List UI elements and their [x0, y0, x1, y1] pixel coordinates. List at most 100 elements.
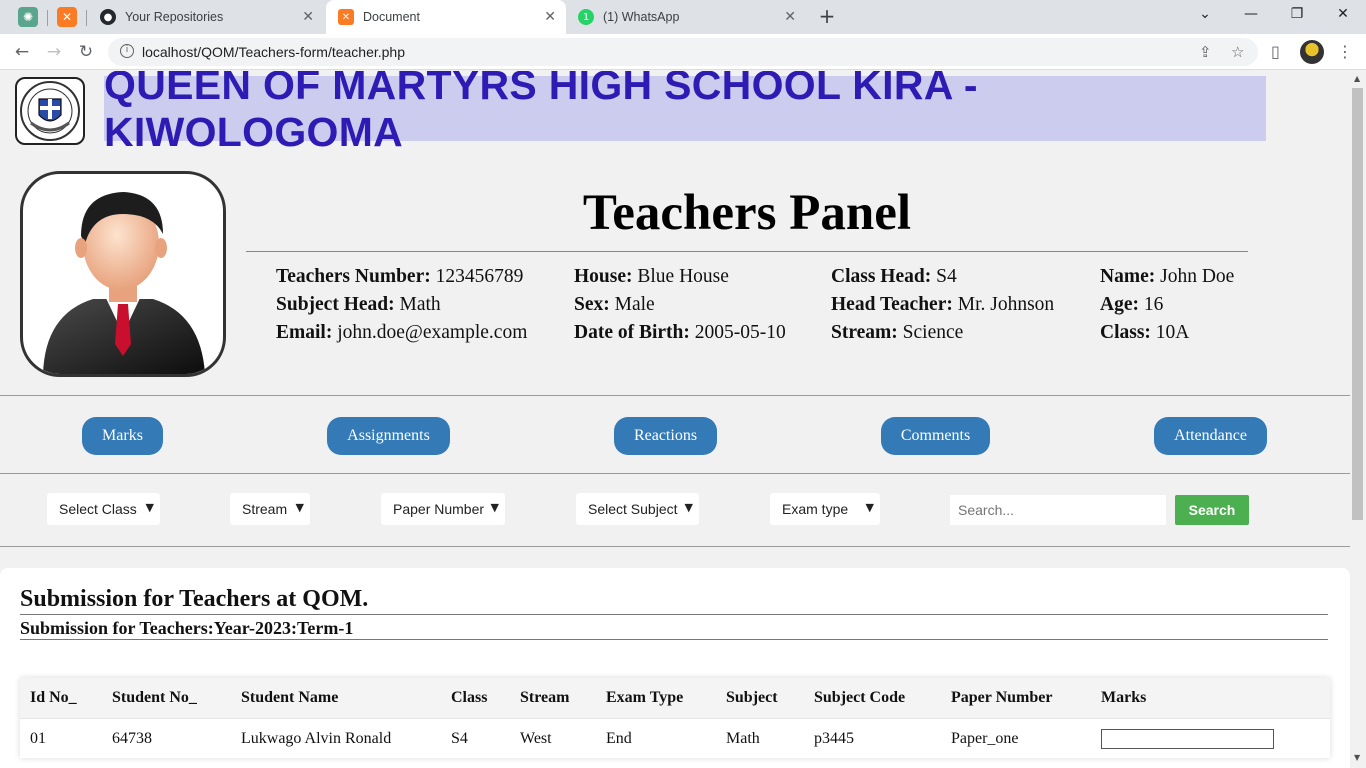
scrollbar-thumb[interactable]: [1352, 88, 1363, 520]
bookmark-star-icon[interactable]: ☆: [1231, 43, 1244, 61]
url-text[interactable]: localhost/QOM/Teachers-form/teacher.php: [142, 44, 405, 60]
school-banner: QUEEN OF MARTYRS HIGH SCHOOL KIRA - KIWO…: [104, 71, 1266, 155]
column-header: Exam Type: [606, 689, 684, 706]
age-field: Age: 16: [1100, 294, 1164, 315]
school-logo: [15, 77, 85, 145]
search-input[interactable]: [950, 495, 1166, 525]
school-name: QUEEN OF MARTYRS HIGH SCHOOL KIRA - KIWO…: [104, 71, 978, 155]
title-divider: [246, 251, 1248, 252]
tab-label: Document: [363, 10, 420, 24]
browser-toolbar: ← → ↻ i localhost/QOM/Teachers-form/teac…: [0, 34, 1366, 70]
column-header: Class: [451, 689, 488, 706]
page-scrollbar[interactable]: ▲ ▼: [1350, 71, 1366, 768]
table-cell: Paper_one: [951, 730, 1019, 747]
profile-avatar[interactable]: [1300, 40, 1324, 64]
table-cell: p3445: [814, 730, 854, 747]
page-content: QUEEN OF MARTYRS HIGH SCHOOL KIRA - KIWO…: [0, 71, 1350, 768]
close-window-icon[interactable]: ✕: [1333, 6, 1353, 22]
tab-separator: [47, 10, 48, 26]
table-header-row: Id No_ Student No_ Student Name Class St…: [20, 678, 1330, 718]
table-cell: Math: [726, 730, 760, 747]
table-cell: S4: [451, 730, 468, 747]
tab-document[interactable]: ✕ Document ✕: [326, 0, 566, 34]
subject-head-field: Subject Head: Math: [276, 294, 441, 315]
tab-label: (1) WhatsApp: [603, 10, 680, 24]
column-header: Subject: [726, 689, 778, 706]
select-class-dropdown[interactable]: Select Class ▼: [47, 493, 160, 525]
head-teacher-field: Head Teacher: Mr. Johnson: [831, 294, 1055, 315]
exam-type-dropdown[interactable]: Exam type ▼: [770, 493, 880, 525]
scroll-up-icon[interactable]: ▲: [1354, 74, 1360, 83]
divider: [0, 395, 1350, 396]
email-field: Email: john.doe@example.com: [276, 322, 528, 343]
profile-column-3: Class Head: S4 Head Teacher: Mr. Johnson…: [831, 263, 1054, 347]
column-header: Subject Code: [814, 689, 906, 706]
reactions-button[interactable]: Reactions: [614, 417, 717, 455]
submission-subtitle: Submission for Teachers:Year-2023:Term-1: [20, 618, 354, 638]
stream-dropdown[interactable]: Stream ▼: [230, 493, 310, 525]
tab-whatsapp[interactable]: 1 (1) WhatsApp ✕: [566, 0, 806, 34]
class-head-field: Class Head: S4: [831, 266, 957, 287]
scroll-down-icon[interactable]: ▼: [1354, 753, 1360, 762]
marks-button[interactable]: Marks: [82, 417, 163, 455]
divider: [20, 639, 1328, 640]
xampp-icon: ✕: [338, 9, 354, 25]
table-cell: West: [520, 730, 552, 747]
browser-tab-bar: ✺ ✕ ● Your Repositories ✕ ✕ Document ✕ 1…: [0, 0, 1366, 34]
table-cell: End: [606, 730, 632, 747]
restore-window-icon[interactable]: ❐: [1287, 6, 1307, 22]
table-cell: Lukwago Alvin Ronald: [241, 730, 392, 747]
tab-separator: [86, 10, 87, 26]
select-subject-dropdown[interactable]: Select Subject ▼: [576, 493, 699, 525]
reload-icon[interactable]: ↻: [76, 42, 96, 62]
assignments-button[interactable]: Assignments: [327, 417, 450, 455]
close-tab-icon[interactable]: ✕: [544, 10, 556, 24]
profile-column-1: Teachers Number: 123456789 Subject Head:…: [276, 263, 527, 347]
tab-label: Your Repositories: [125, 10, 224, 24]
back-arrow-icon[interactable]: ←: [12, 42, 32, 62]
whatsapp-icon: 1: [578, 9, 594, 25]
name-field: Name: John Doe: [1100, 266, 1235, 287]
tab-your-repositories[interactable]: ● Your Repositories ✕: [88, 0, 324, 34]
profile-column-4: Name: John Doe Age: 16 Class: 10A: [1100, 263, 1234, 347]
class-field: Class: 10A: [1100, 322, 1190, 343]
table-row: 01 64738 Lukwago Alvin Ronald S4 West En…: [20, 718, 1330, 758]
submission-title: Submission for Teachers at QOM.: [20, 586, 369, 612]
chevron-down-icon: ▼: [145, 501, 154, 514]
divider: [0, 546, 1350, 547]
teachers-number-field: Teachers Number: 123456789: [276, 266, 524, 287]
chevron-down-icon: ▼: [490, 501, 499, 514]
marks-input[interactable]: [1101, 729, 1274, 749]
column-header: Paper Number: [951, 689, 1053, 706]
share-icon[interactable]: ⇪: [1199, 43, 1212, 61]
forward-arrow-icon[interactable]: →: [44, 42, 64, 62]
xampp-pinned-tab-icon[interactable]: ✕: [57, 7, 77, 27]
chatgpt-pinned-tab-icon[interactable]: ✺: [18, 7, 38, 27]
menu-kebab-icon[interactable]: ⋮: [1337, 42, 1353, 61]
side-panel-icon[interactable]: ▯: [1271, 42, 1280, 61]
paper-number-dropdown[interactable]: Paper Number ▼: [381, 493, 505, 525]
house-field: House: Blue House: [574, 266, 729, 287]
attendance-button[interactable]: Attendance: [1154, 417, 1267, 455]
profile-column-2: House: Blue House Sex: Male Date of Birt…: [574, 263, 786, 347]
submission-card: Submission for Teachers at QOM. Submissi…: [0, 568, 1350, 768]
chevron-down-icon: ▼: [684, 501, 693, 514]
chevron-down-icon: ▼: [295, 501, 304, 514]
teacher-avatar: [20, 171, 226, 377]
page-title: Teachers Panel: [582, 185, 912, 241]
address-bar[interactable]: i localhost/QOM/Teachers-form/teacher.ph…: [108, 38, 1258, 66]
github-icon: ●: [100, 9, 116, 25]
divider: [20, 614, 1328, 615]
minimize-window-icon[interactable]: —: [1241, 6, 1261, 22]
divider: [0, 473, 1350, 474]
search-button[interactable]: Search: [1175, 495, 1249, 525]
comments-button[interactable]: Comments: [881, 417, 990, 455]
site-info-icon[interactable]: i: [120, 44, 134, 58]
close-tab-icon[interactable]: ✕: [302, 10, 314, 24]
column-header: Student No_: [112, 689, 197, 706]
table-cell: 64738: [112, 730, 152, 747]
new-tab-button[interactable]: +: [816, 5, 838, 27]
close-tab-icon[interactable]: ✕: [784, 10, 796, 24]
tab-search-chevron-icon[interactable]: ⌄: [1195, 6, 1215, 22]
date-of-birth-field: Date of Birth: 2005-05-10: [574, 322, 786, 343]
